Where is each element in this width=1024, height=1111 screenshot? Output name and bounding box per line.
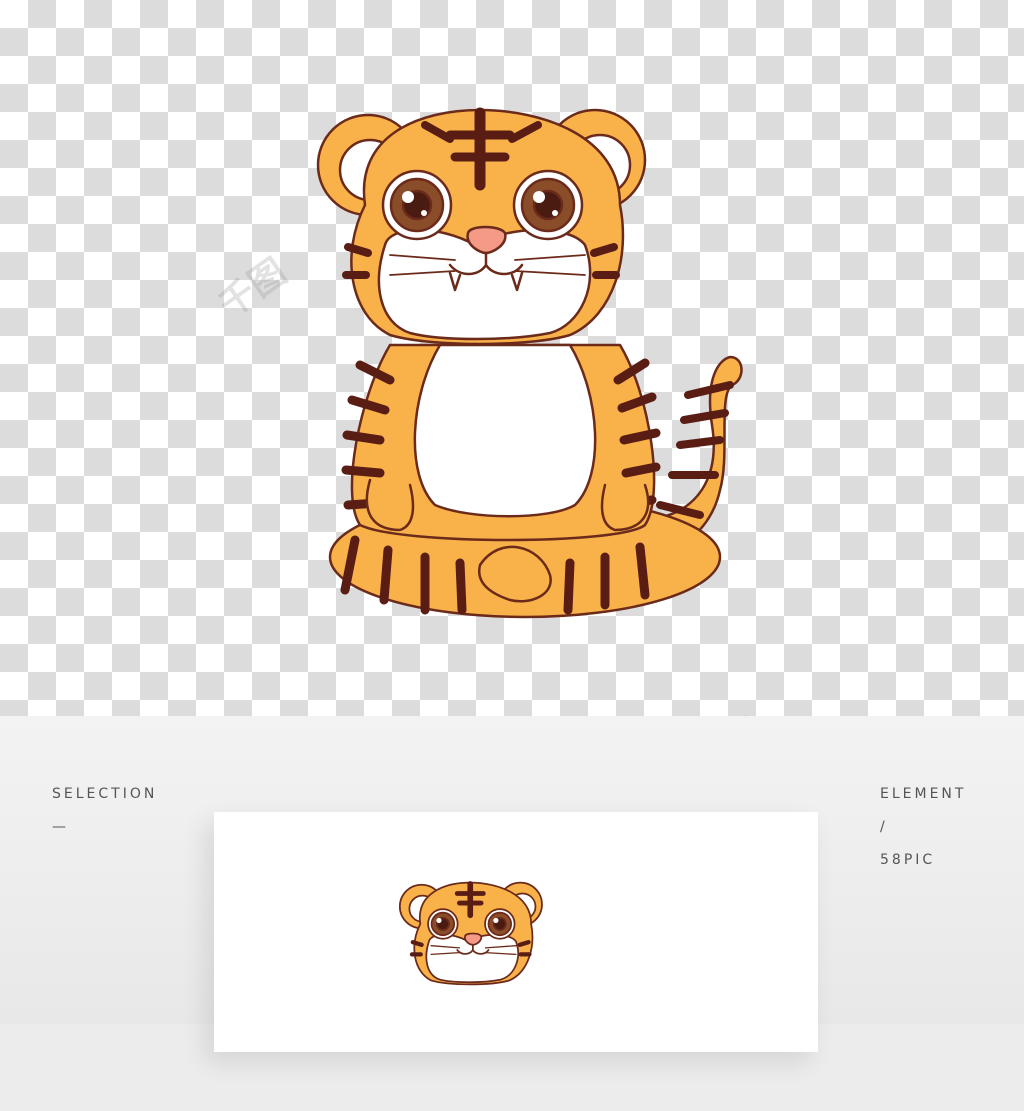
element-label-line3: 58PIC <box>880 852 936 868</box>
selection-label: SELECTION — <box>52 778 157 844</box>
element-label-line2: / <box>880 819 888 835</box>
element-label-line1: ELEMENT <box>880 786 967 802</box>
element-label: ELEMENT / 58PIC <box>880 778 966 877</box>
selection-label-line2: — <box>52 819 69 835</box>
selection-label-line1: SELECTION <box>52 786 158 802</box>
tiger-illustration-small-icon <box>398 881 543 986</box>
tiger-illustration-icon <box>316 107 743 619</box>
